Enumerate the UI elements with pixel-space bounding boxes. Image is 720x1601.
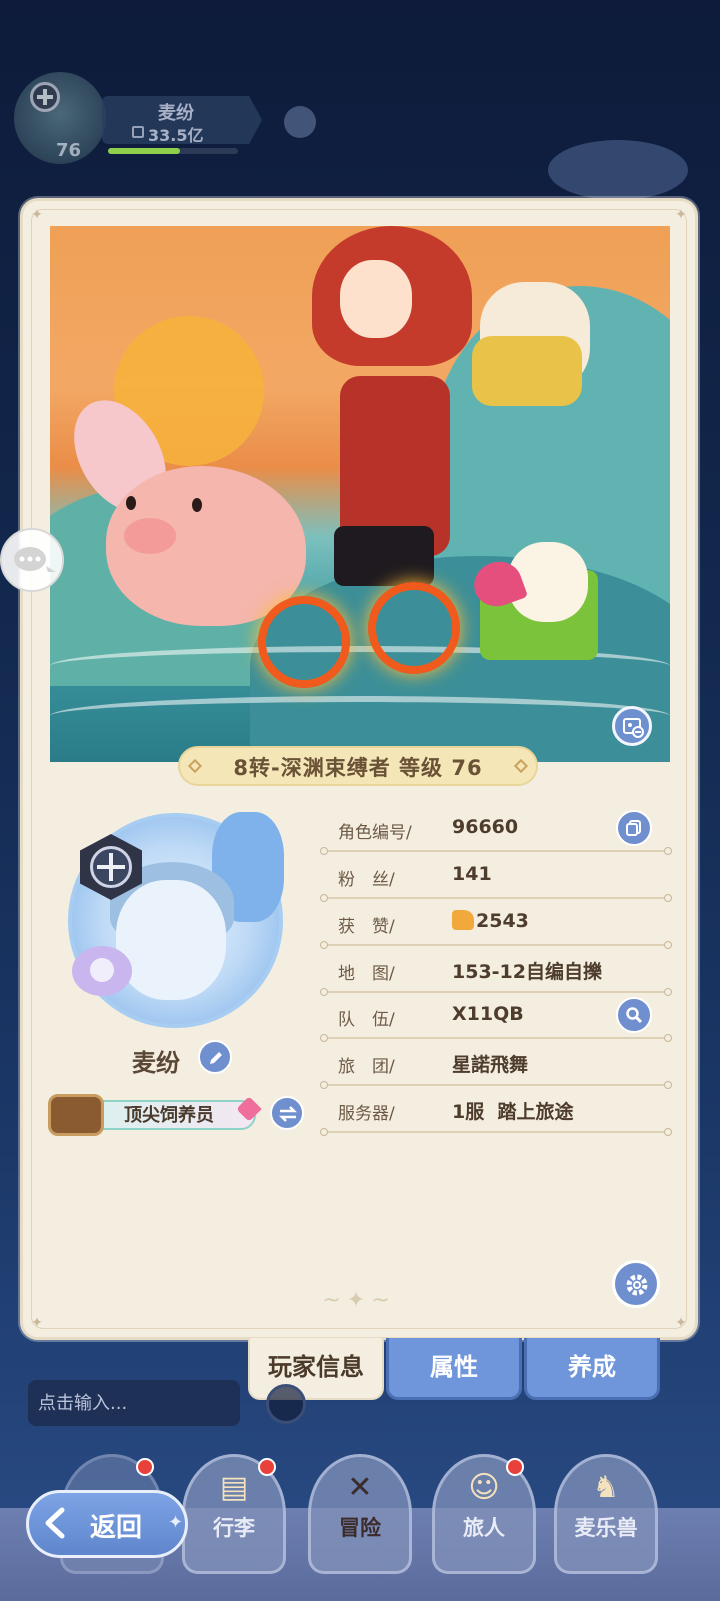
notification-dot (258, 1458, 276, 1476)
back-arrow-icon (45, 1507, 65, 1539)
guild-badge-icon (30, 82, 60, 112)
share-image-button[interactable] (612, 706, 652, 746)
info-row-fans: 粉 丝/ 141 (320, 853, 672, 902)
pig-eye (192, 498, 202, 512)
image-share-icon (623, 718, 644, 738)
info-value: 星諾飛舞 (452, 1054, 529, 1076)
class-title: 8转-深渊束缚者 等级 76 (233, 756, 483, 780)
avatar-character (116, 880, 226, 1000)
tab-attributes[interactable]: 属性 (386, 1338, 522, 1400)
collar-icon (48, 1094, 104, 1136)
info-value: 153-12自编自擽 (452, 961, 602, 983)
copy-id-button[interactable] (616, 810, 652, 846)
pig-eye (126, 496, 136, 510)
corner-ornament: ✦ (31, 207, 43, 223)
info-row-likes: 获 赞/ 2543 (320, 900, 672, 949)
hud-exp-fill (108, 148, 180, 154)
chat-bubble-button[interactable] (0, 528, 64, 592)
corner-ornament: ✦ (675, 1315, 687, 1331)
row-divider (320, 941, 672, 949)
info-label: 队 伍/ (338, 1010, 395, 1030)
crossed-swords-icon: ✕ (347, 1470, 373, 1505)
copy-icon (626, 820, 641, 836)
settings-button[interactable] (612, 1260, 660, 1308)
hud-pet-avatar[interactable] (548, 140, 688, 200)
chat-input[interactable] (28, 1380, 240, 1426)
notification-dot (506, 1458, 524, 1476)
info-row-team: 队 伍/ X11QB (320, 993, 672, 1042)
search-icon (626, 1007, 643, 1024)
row-divider (320, 1128, 672, 1136)
nav-label: 行李 (213, 1516, 255, 1540)
panel-bottom-ornament: ~✦~ (322, 1288, 396, 1313)
info-label: 服务器/ (338, 1104, 395, 1124)
hero-legs (334, 526, 434, 586)
info-value: X11QB (452, 1003, 524, 1025)
tab-growth[interactable]: 养成 (524, 1338, 660, 1400)
info-row-guild: 旅 团/ 星諾飛舞 (320, 1040, 672, 1089)
info-value: 96660 (452, 816, 519, 838)
hud-power: 33.5亿 (148, 126, 204, 145)
info-row-map: 地 图/ 153-12自编自擽 (320, 947, 672, 996)
info-label: 粉 丝/ (338, 870, 395, 890)
corner-ornament: ✦ (675, 207, 687, 223)
info-value-likes: 2543 (452, 910, 529, 932)
edit-name-button[interactable] (198, 1040, 232, 1074)
row-divider (320, 1081, 672, 1089)
character-showcase (50, 226, 670, 762)
back-label: 返回 (90, 1513, 143, 1543)
player-name: 麦纷 (132, 1049, 180, 1077)
row-divider (320, 894, 672, 902)
wave-illustration (50, 696, 670, 736)
likes-count: 2543 (476, 910, 529, 932)
row-divider (320, 1034, 672, 1042)
hud-level: 76 (56, 140, 82, 161)
swap-arrows-icon (278, 1106, 298, 1122)
info-label: 角色编号/ (338, 823, 412, 843)
power-icon (132, 126, 144, 138)
row-divider (320, 847, 672, 855)
notification-dot (136, 1458, 154, 1476)
nav-label: 麦乐兽 (574, 1516, 638, 1540)
thumbs-up-icon (452, 910, 474, 930)
cat-pet-body (472, 336, 582, 406)
flame-wheel (368, 582, 460, 674)
info-row-server: 服务器/ 1服 踏上旅途 (320, 1087, 672, 1136)
pig-snout (124, 518, 176, 554)
info-label: 旅 团/ (338, 1057, 395, 1077)
hero-face (340, 260, 412, 338)
swap-title-button[interactable] (270, 1096, 304, 1130)
info-label: 地 图/ (338, 964, 395, 984)
sparkle-icon: ✦ (168, 1512, 184, 1533)
rank-cross-icon (90, 846, 132, 888)
traveler-icon: ☺ (468, 1470, 500, 1505)
pencil-icon (210, 1052, 222, 1064)
hud-menu-button[interactable] (284, 106, 316, 138)
info-row-role-id: 角色编号/ 96660 (320, 806, 672, 855)
hud-exp-bar (108, 148, 238, 154)
pet-icon: ♞ (592, 1470, 620, 1505)
chat-icon (14, 547, 56, 572)
gear-icon (626, 1274, 648, 1296)
voice-button[interactable] (266, 1384, 306, 1424)
info-value: 1服 踏上旅途 (452, 1101, 574, 1123)
flame-wheel (258, 596, 350, 688)
corner-ornament: ✦ (31, 1315, 43, 1331)
player-title: 顶尖饲养员 (124, 1105, 214, 1126)
nav-label: 冒险 (339, 1516, 381, 1540)
info-value: 141 (452, 863, 492, 885)
pearl-shell-icon (72, 946, 132, 996)
tab-player-info[interactable]: 玩家信息 (248, 1338, 384, 1400)
nav-label: 旅人 (463, 1516, 505, 1540)
search-team-button[interactable] (616, 997, 652, 1033)
info-label: 获 赞/ (338, 917, 395, 937)
